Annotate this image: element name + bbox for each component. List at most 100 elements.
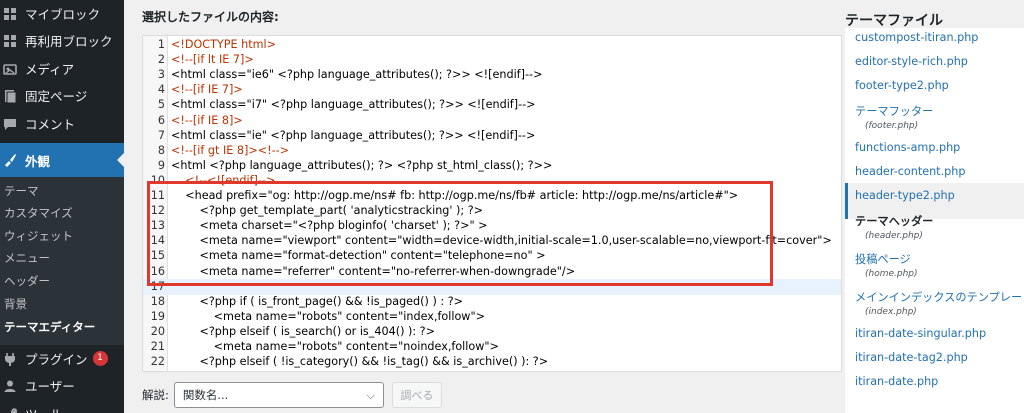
code-line[interactable]: 8 <!--[if gt IE 8]><!-->	[143, 143, 841, 159]
code-text: <!--[if IE 8]>	[171, 113, 243, 127]
sidebar-item-pages[interactable]: 固定ページ	[0, 82, 124, 109]
function-name-select[interactable]: 関数名... ⌵	[173, 382, 384, 408]
file-link[interactable]: メインインデックスのテンプレート	[855, 289, 1024, 305]
sidebar-item-users[interactable]: ユーザー	[0, 372, 124, 399]
code-line[interactable]: 13 <meta charset="<?php bloginfo( 'chars…	[143, 218, 841, 234]
submenu-item-customize[interactable]: カスタマイズ	[4, 203, 73, 223]
code-text: <meta charset="<?php bloginfo( 'charset'…	[171, 219, 488, 233]
code-line[interactable]: 15 <meta name="format-detection" content…	[143, 248, 841, 264]
line-number: 17	[150, 279, 165, 293]
lookup-button[interactable]: 調べる	[391, 382, 442, 408]
wrench-icon	[10, 407, 17, 413]
line-number: 15	[150, 249, 165, 263]
submenu-item-widgets[interactable]: ウィジェット	[4, 226, 73, 246]
code-line[interactable]: 22 <?php elseif ( !is_category() && !is_…	[143, 354, 841, 370]
line-number: 11	[150, 189, 165, 202]
code-text: <?php get_template_part( 'analyticstrack…	[171, 204, 484, 218]
sidebar-item-label: ユーザー	[25, 379, 75, 394]
line-number: 4	[157, 83, 165, 97]
file-link[interactable]: header-content.php	[855, 165, 965, 178]
code-line[interactable]: 16 <meta name="referrer" content="no-ref…	[143, 264, 841, 280]
submenu-item-theme-editor[interactable]: テーマエディター	[4, 317, 95, 337]
sidebar-item-label: メディア	[25, 62, 75, 77]
code-text: <!--<![endif]-->	[171, 173, 276, 187]
sidebar-item-appearance[interactable]: 外観	[0, 143, 124, 177]
file-link[interactable]: footer-type2.php	[855, 79, 949, 92]
code-line[interactable]: 18 <?php if ( is_front_page() && !is_pag…	[143, 294, 841, 310]
chevron-down-icon: ⌵	[366, 389, 375, 402]
code-line[interactable]: 2 <!--[if lt IE 7]>	[143, 52, 841, 68]
code-line[interactable]: 21 <meta name="robots" content="noindex,…	[143, 339, 841, 355]
file-link[interactable]: functions-amp.php	[855, 141, 960, 154]
line-number: 3	[157, 68, 165, 82]
submenu-item-background[interactable]: 背景	[4, 294, 27, 314]
documentation-label: 解説:	[142, 388, 169, 402]
sidebar-item-plugins[interactable]: プラグイン 1	[0, 345, 124, 372]
line-number: 19	[150, 309, 165, 323]
code-line[interactable]: 10 <!--<![endif]-->	[143, 173, 841, 189]
code-line[interactable]: 7 <html class="ie" <?php language_attribu…	[143, 128, 841, 144]
line-number: 9	[157, 158, 165, 172]
file-link[interactable]: custompost-itiran.php	[855, 31, 978, 44]
file-link[interactable]: 投稿ページ	[855, 251, 911, 267]
sidebar-item-tools[interactable]: ツール	[0, 400, 124, 413]
file-link[interactable]: itiran-date-tag2.php	[855, 351, 968, 364]
line-number: 2	[157, 53, 165, 67]
file-link[interactable]: itiran-date-singular.php	[855, 327, 986, 340]
file-link[interactable]: テーマフッター	[855, 103, 933, 119]
code-text: <?php elseif ( !is_category() && !is_tag…	[171, 355, 549, 369]
sidebar-item-media[interactable]: メディア	[0, 55, 124, 82]
submenu-item-menus[interactable]: メニュー	[4, 248, 50, 268]
sidebar-item-comments[interactable]: コメント	[0, 110, 124, 137]
line-number: 5	[157, 98, 165, 112]
page-icon	[5, 89, 17, 103]
file-link-active[interactable]: テーマヘッダー	[855, 213, 933, 229]
line-number: 20	[150, 324, 165, 338]
theme-files-list: custompost-itiran.php editor-style-rich.p…	[845, 28, 1024, 413]
plugin-icon	[5, 352, 15, 366]
sidebar-item-reusable-blocks[interactable]: 再利用ブロック	[0, 27, 124, 54]
file-name-sub: (header.php)	[865, 231, 923, 241]
code-line[interactable]: 4 <!--[if IE 7]>	[143, 82, 841, 98]
code-line[interactable]: 1 <!DOCTYPE html>	[143, 37, 841, 53]
code-line[interactable]: 12 <?php get_template_part( 'analyticstr…	[143, 203, 841, 219]
file-link[interactable]: itiran-date.php	[855, 375, 938, 388]
sidebar-item-my-blocks[interactable]: マイブロック	[0, 0, 124, 27]
code-line[interactable]: 9 <html <?php language_attributes(); ?> <…	[143, 158, 841, 174]
line-number: 21	[150, 340, 165, 353]
submenu-item-themes[interactable]: テーマ	[4, 181, 39, 201]
file-link[interactable]: editor-style-rich.php	[855, 55, 968, 68]
file-content-title: 選択したファイルの内容:	[142, 10, 279, 24]
code-line[interactable]: 17	[143, 278, 841, 295]
code-line[interactable]: 14 <meta name="viewport" content="width=…	[143, 233, 841, 249]
line-number: 6	[157, 113, 165, 127]
file-name-sub: (home.php)	[865, 269, 918, 279]
code-line[interactable]: 23 <meta name="robots" content="noindex,…	[143, 369, 841, 371]
code-text: <head prefix="og: http://ogp.me/ns# fb: …	[171, 189, 739, 202]
file-link[interactable]: header-type2.php	[855, 189, 955, 202]
code-text: <meta name="referrer" content="no-referr…	[171, 264, 576, 278]
code-line[interactable]: 5 <html class="i7" <?php language_attribu…	[143, 97, 841, 113]
line-number: 8	[157, 143, 165, 157]
grid-icon	[4, 34, 16, 47]
theme-files-title: テーマファイル	[845, 13, 943, 29]
line-number: 7	[157, 128, 165, 142]
code-editor[interactable]: 1 <!DOCTYPE html> 2 <!--[if lt IE 7]> 3 <html…	[142, 35, 842, 372]
sidebar-item-label: ツール	[25, 404, 63, 413]
submenu-item-header[interactable]: ヘッダー	[4, 271, 50, 291]
code-line[interactable]: 19 <meta name="robots" content="index,fo…	[143, 309, 841, 325]
code-line[interactable]: 3 <html class="ie6" <?php language_attrib…	[143, 67, 841, 83]
code-text: <!--[if gt IE 8]><!-->	[171, 143, 290, 157]
media-icon	[3, 63, 17, 75]
line-number: 18	[150, 294, 165, 308]
line-number: 10	[150, 173, 165, 187]
paintbrush-icon	[5, 154, 16, 167]
code-line[interactable]: 20 <?php elseif ( is_search() or is_404(…	[143, 324, 841, 340]
line-number: 14	[150, 234, 165, 248]
code-line[interactable]: 6 <!--[if IE 8]>	[143, 113, 841, 129]
appearance-submenu: テーマ カスタマイズ ウィジェット メニュー ヘッダー 背景 テーマエディター	[0, 177, 124, 345]
code-text: <meta name="robots" content="noindex,fol…	[171, 340, 499, 353]
code-text: <meta name="robots" content="noindex,fol…	[171, 370, 499, 371]
code-line[interactable]: 11 <head prefix="og: http://ogp.me/ns# f…	[143, 188, 841, 204]
code-text: <meta name="robots" content="index,follo…	[171, 309, 485, 323]
